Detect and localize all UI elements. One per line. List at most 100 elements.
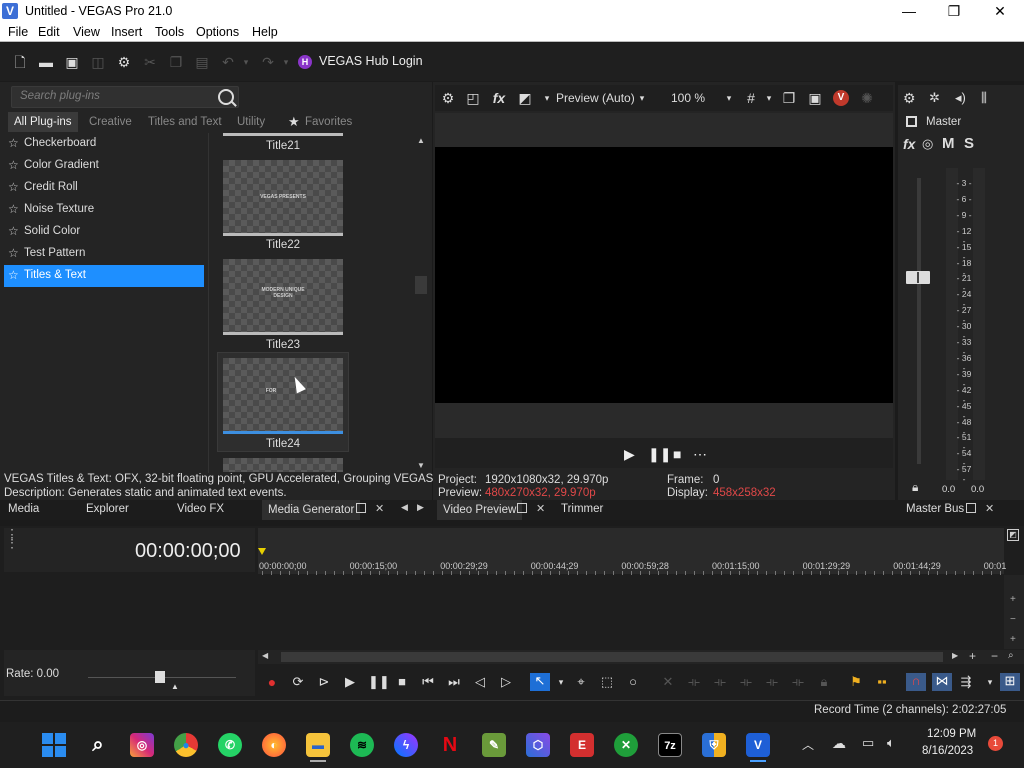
mute-button[interactable]: M [942, 135, 955, 152]
ripple-dropdown-icon[interactable]: ▾ [982, 674, 998, 690]
prev-frame-icon[interactable]: ◁ [472, 674, 488, 690]
scroll-right-icon[interactable]: ▶ [952, 651, 958, 660]
chrome-icon[interactable]: ● [174, 733, 198, 757]
new-file-icon[interactable]: 🗋 [12, 54, 28, 70]
tab-video-fx[interactable]: Video FX [177, 503, 224, 515]
preview-quality-dropdown-icon[interactable]: ▾ [634, 90, 650, 106]
play-icon[interactable]: ▶ [342, 674, 358, 690]
undo-dropdown-icon[interactable]: ▾ [238, 54, 254, 70]
split-icon[interactable]: ⟛ [764, 674, 780, 690]
preview-settings-gear-icon[interactable]: ⚙ [440, 90, 456, 106]
trim-icon[interactable]: ⟛ [686, 674, 702, 690]
tab-next-icon[interactable]: ▶ [417, 502, 424, 513]
preset-label[interactable]: Title23 [223, 339, 343, 351]
netflix-icon[interactable]: N [438, 733, 462, 757]
copy-snapshot-icon[interactable]: ❐ [781, 90, 797, 106]
envelope-tool-icon[interactable]: ⌖ [573, 674, 589, 690]
rate-reset-icon[interactable]: ▲ [171, 682, 179, 691]
overlays-dropdown-icon[interactable]: ▾ [761, 90, 777, 106]
search-icon[interactable] [218, 89, 234, 105]
tab-media-generator[interactable]: Media Generator [262, 500, 361, 520]
notification-badge[interactable]: 1 [988, 736, 1003, 751]
lock-icon[interactable]: 🔒︎ [912, 480, 918, 495]
playhead-marker-icon[interactable] [258, 548, 266, 555]
windows-start-icon[interactable] [42, 733, 66, 757]
preset-thumb-partial[interactable] [223, 458, 343, 472]
close-button[interactable]: ✕ [977, 0, 1023, 22]
preset-label[interactable]: Title21 [223, 140, 343, 152]
close-tab-icon[interactable]: ✕ [375, 502, 384, 515]
delete-icon[interactable]: ✕ [660, 674, 676, 690]
automation-icon[interactable]: ◎ [922, 136, 933, 152]
trim-start-icon[interactable]: ⟛ [712, 674, 728, 690]
tab-prev-icon[interactable]: ◀ [401, 502, 408, 513]
go-to-end-icon[interactable]: ⏭ [446, 674, 462, 690]
normal-edit-tool-icon[interactable]: ↖ [530, 673, 550, 691]
zoom-dropdown[interactable]: 100 % [671, 91, 705, 105]
auto-ripple-icon[interactable]: ⇶ [958, 674, 974, 690]
scroll-up-icon[interactable]: ▲ [417, 136, 425, 145]
menu-insert[interactable]: Insert [111, 25, 142, 39]
network-icon[interactable]: ▭ [862, 735, 874, 751]
list-item[interactable]: ☆ Color Gradient [4, 155, 204, 177]
edit-tool-dropdown-icon[interactable]: ▾ [553, 674, 569, 690]
scroll-thumb[interactable] [415, 276, 427, 294]
v-zoom-in-icon[interactable]: + [1010, 594, 1016, 605]
search-icon[interactable]: ⌕ [86, 733, 110, 757]
zoom-dropdown-icon[interactable]: ▾ [721, 90, 737, 106]
volume-fader-track[interactable] [917, 178, 921, 464]
solo-button[interactable]: S [964, 135, 974, 152]
vegas-app-icon[interactable]: V [2, 3, 18, 19]
tray-chevron-icon[interactable]: ︿ [802, 736, 814, 753]
preset-label[interactable]: Title24 [223, 438, 343, 450]
paste-icon[interactable]: ▤ [194, 54, 210, 70]
pause-icon[interactable]: ❚❚ [648, 446, 671, 463]
tab-titles-and-text[interactable]: Titles and Text [142, 112, 228, 132]
auto-crossfade-icon[interactable]: ⋈ [932, 673, 952, 691]
audio-icon[interactable]: ✺ [859, 90, 875, 106]
menu-options[interactable]: Options [196, 25, 239, 39]
list-item[interactable]: ☆ Credit Roll [4, 177, 204, 199]
list-item[interactable]: ☆ Noise Texture [4, 199, 204, 221]
close-tab-icon[interactable]: ✕ [536, 502, 545, 515]
zoom-tool-icon[interactable]: ○ [625, 674, 641, 690]
menu-help[interactable]: Help [252, 25, 278, 39]
master-checkbox[interactable] [906, 116, 917, 127]
external-monitor-icon[interactable]: ◰ [465, 90, 481, 106]
tab-trimmer[interactable]: Trimmer [561, 503, 603, 515]
play-from-start-icon[interactable]: ⊳ [316, 674, 332, 690]
volume-fader-handle[interactable] [906, 271, 930, 284]
drag-grip-icon[interactable]: ⋮ ⋮ [5, 527, 19, 549]
whatsapp-icon[interactable]: ✆ [218, 733, 242, 757]
marker-icon[interactable]: ⚑ [848, 674, 864, 690]
scroll-left-icon[interactable]: ◀ [262, 651, 268, 660]
trim-end-icon[interactable]: ⟛ [738, 674, 754, 690]
undock-icon[interactable] [356, 503, 366, 513]
vegas-badge-icon[interactable]: V [833, 90, 849, 106]
scroll-down-icon[interactable]: ▼ [417, 461, 425, 470]
cut-icon[interactable]: ✂ [142, 54, 158, 70]
hub-login-button[interactable]: VEGAS Hub Login [319, 54, 423, 68]
v-zoom-out-icon[interactable]: − [1010, 614, 1016, 625]
master-fx-icon[interactable]: fx [903, 136, 915, 152]
list-item[interactable]: ☆ Test Pattern [4, 243, 204, 265]
tab-utility[interactable]: Utility [231, 112, 271, 132]
mixer-fader-icon[interactable]: ⫼ [981, 90, 987, 106]
event-split-icon[interactable]: ⟛ [790, 674, 806, 690]
save-snapshot-icon[interactable]: ▣ [807, 90, 823, 106]
undo-icon[interactable]: ↶ [220, 54, 236, 70]
volume-icon[interactable]: 🔈︎ [887, 735, 895, 751]
tab-media[interactable]: Media [8, 503, 39, 515]
onedrive-icon[interactable]: ☁ [832, 735, 846, 752]
v-zoom-icon[interactable]: + [1010, 634, 1016, 645]
espn-icon[interactable]: E [570, 733, 594, 757]
selection-tool-icon[interactable]: ⬚ [599, 674, 615, 690]
instagram-icon[interactable]: ◎ [130, 733, 154, 757]
dim-output-icon[interactable]: ◂) [955, 90, 966, 106]
vegas-taskbar-icon[interactable]: V [746, 733, 770, 757]
preset-thumb-title24[interactable]: FOR [223, 358, 343, 434]
tab-video-preview[interactable]: Video Preview [437, 500, 523, 520]
split-screen-icon[interactable]: ◩ [517, 90, 533, 106]
menu-tools[interactable]: Tools [155, 25, 184, 39]
stop-icon[interactable]: ■ [673, 446, 681, 462]
